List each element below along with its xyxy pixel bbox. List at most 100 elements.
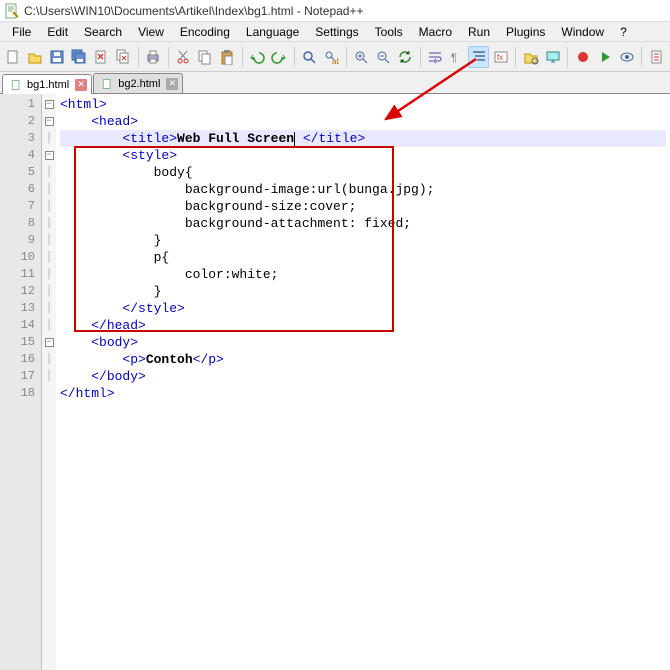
line-number: 5 (0, 164, 41, 181)
fold-marker: │ (42, 215, 56, 232)
code-line[interactable]: <title>Web Full Screen </title> (60, 130, 666, 147)
tab-bg2-html[interactable]: bg2.html✕ (93, 73, 183, 93)
indent-guide-icon (471, 49, 487, 65)
code-line[interactable]: p{ (60, 249, 666, 266)
fold-marker[interactable]: − (42, 147, 56, 164)
svg-text:ab: ab (332, 57, 339, 65)
code-line[interactable]: background-attachment: fixed; (60, 215, 666, 232)
code-line[interactable]: <style> (60, 147, 666, 164)
print-button[interactable] (143, 46, 164, 68)
file-icon (100, 77, 114, 91)
close-all-button[interactable] (113, 46, 134, 68)
line-number: 12 (0, 283, 41, 300)
toolbar-separator (420, 47, 421, 67)
menu-language[interactable]: Language (238, 23, 307, 41)
eye-button[interactable] (616, 46, 637, 68)
code-line[interactable]: </body> (60, 368, 666, 385)
fold-marker: │ (42, 266, 56, 283)
replace-button[interactable]: ab (321, 46, 342, 68)
code-line[interactable]: background-image:url(bunga.jpg); (60, 181, 666, 198)
folder-icon (523, 49, 539, 65)
tab-bg1-html[interactable]: bg1.html✕ (2, 74, 92, 94)
doc-list-icon (649, 49, 665, 65)
zoom-out-button[interactable] (373, 46, 394, 68)
menu-run[interactable]: Run (460, 23, 498, 41)
lang-icon: fx (493, 49, 509, 65)
folder-button[interactable] (520, 46, 541, 68)
code-line[interactable]: </html> (60, 385, 666, 402)
close-button[interactable] (91, 46, 112, 68)
line-number: 15 (0, 334, 41, 351)
fold-marker (42, 385, 56, 402)
code-area[interactable]: <html> <head> <title>Web Full Screen </t… (56, 94, 670, 670)
find-button[interactable] (299, 46, 320, 68)
close-icon (93, 49, 109, 65)
tab-close-icon[interactable]: ✕ (166, 78, 178, 90)
menu-help[interactable]: ? (612, 23, 635, 41)
menu-settings[interactable]: Settings (307, 23, 366, 41)
code-line[interactable]: <head> (60, 113, 666, 130)
monitor-button[interactable] (542, 46, 563, 68)
record-button[interactable] (572, 46, 593, 68)
code-line[interactable]: <html> (60, 96, 666, 113)
paste-button[interactable] (217, 46, 238, 68)
lang-button[interactable]: fx (490, 46, 511, 68)
tab-close-icon[interactable]: ✕ (75, 79, 87, 91)
cut-button[interactable] (173, 46, 194, 68)
menu-macro[interactable]: Macro (411, 23, 460, 41)
menu-view[interactable]: View (130, 23, 172, 41)
zoom-in-button[interactable] (351, 46, 372, 68)
replace-icon: ab (323, 49, 339, 65)
indent-guide-button[interactable] (468, 46, 489, 68)
line-number: 13 (0, 300, 41, 317)
toolbar-separator (294, 47, 295, 67)
play-button[interactable] (594, 46, 615, 68)
code-line[interactable]: <body> (60, 334, 666, 351)
open-button[interactable] (25, 46, 46, 68)
code-line[interactable]: </head> (60, 317, 666, 334)
menu-tools[interactable]: Tools (367, 23, 411, 41)
toolbar-separator (242, 47, 243, 67)
monitor-icon (545, 49, 561, 65)
line-number: 8 (0, 215, 41, 232)
save-button[interactable] (47, 46, 68, 68)
fold-marker[interactable]: − (42, 113, 56, 130)
menu-plugins[interactable]: Plugins (498, 23, 553, 41)
line-number: 17 (0, 368, 41, 385)
doc-list-button[interactable] (646, 46, 667, 68)
file-icon (9, 78, 23, 92)
window-title: C:\Users\WIN10\Documents\Artikel\Index\b… (24, 4, 363, 18)
code-line[interactable]: color:white; (60, 266, 666, 283)
zoom-out-icon (375, 49, 391, 65)
menu-file[interactable]: File (4, 23, 39, 41)
eye-icon (619, 49, 635, 65)
redo-button[interactable] (269, 46, 290, 68)
fold-marker: │ (42, 283, 56, 300)
sync-icon (397, 49, 413, 65)
fold-marker[interactable]: − (42, 334, 56, 351)
code-line[interactable]: } (60, 232, 666, 249)
fold-marker: │ (42, 198, 56, 215)
menu-edit[interactable]: Edit (39, 23, 76, 41)
fold-marker: │ (42, 300, 56, 317)
toolbar-separator (641, 47, 642, 67)
code-line[interactable]: } (60, 283, 666, 300)
code-line[interactable]: background-size:cover; (60, 198, 666, 215)
new-button[interactable] (3, 46, 24, 68)
menu-search[interactable]: Search (76, 23, 130, 41)
whitespace-button[interactable]: ¶ (446, 46, 467, 68)
code-line[interactable]: body{ (60, 164, 666, 181)
sync-button[interactable] (395, 46, 416, 68)
line-number: 18 (0, 385, 41, 402)
copy-button[interactable] (195, 46, 216, 68)
menu-window[interactable]: Window (553, 23, 612, 41)
fold-marker[interactable]: − (42, 96, 56, 113)
menu-encoding[interactable]: Encoding (172, 23, 238, 41)
save-icon (49, 49, 65, 65)
save-all-button[interactable] (69, 46, 90, 68)
fold-marker: │ (42, 317, 56, 334)
code-line[interactable]: </style> (60, 300, 666, 317)
wordwrap-button[interactable] (424, 46, 445, 68)
undo-button[interactable] (247, 46, 268, 68)
code-line[interactable]: <p>Contoh</p> (60, 351, 666, 368)
